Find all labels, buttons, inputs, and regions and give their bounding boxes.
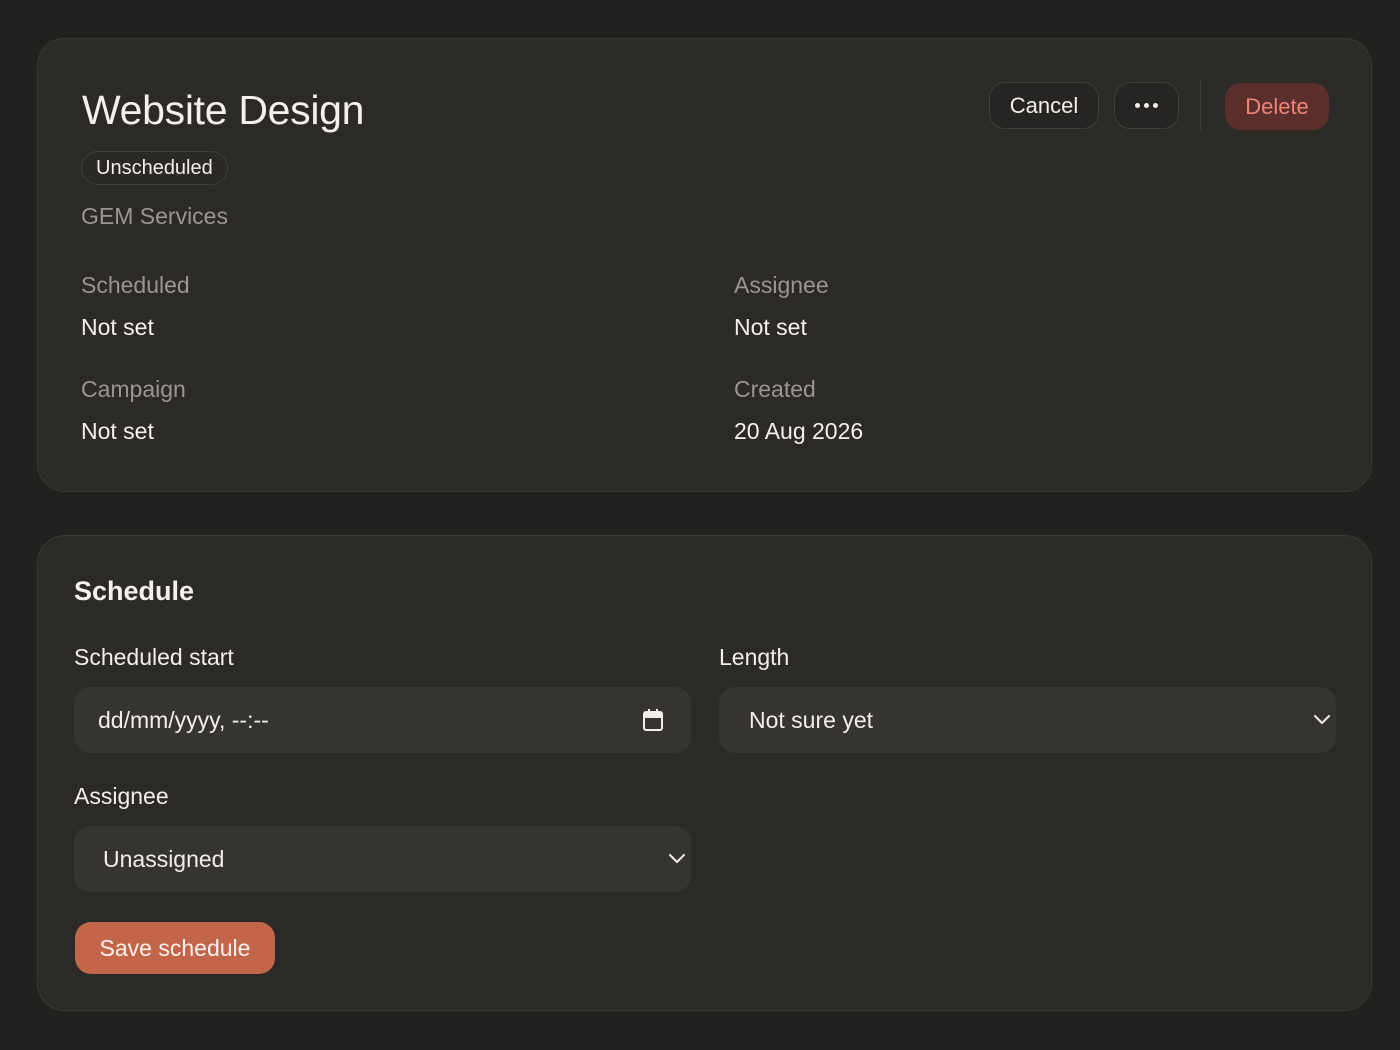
task-title: Website Design [82, 87, 365, 133]
assignee-select[interactable]: Unassigned [74, 826, 691, 892]
assignee-value: Not set [734, 314, 807, 340]
length-selected-value: Not sure yet [749, 707, 873, 733]
scheduled-start-input[interactable]: dd/mm/yyyy, --:-- [74, 687, 691, 753]
length-select[interactable]: Not sure yet [719, 687, 1336, 753]
status-badge: Unscheduled [81, 151, 228, 185]
scheduled-start-placeholder: dd/mm/yyyy, --:-- [98, 707, 269, 733]
assignee-select-label: Assignee [74, 783, 169, 809]
more-options-button[interactable] [1114, 82, 1179, 129]
created-label: Created [734, 376, 816, 402]
created-value: 20 Aug 2026 [734, 418, 864, 444]
campaign-value: Not set [81, 418, 154, 444]
cancel-button[interactable]: Cancel [989, 82, 1099, 129]
task-details-card: Website Design Unscheduled GEM Services … [37, 38, 1372, 492]
chevron-down-icon [1314, 687, 1330, 753]
calendar-icon[interactable] [643, 687, 663, 753]
length-label: Length [719, 644, 790, 670]
save-schedule-button[interactable]: Save schedule [75, 922, 275, 974]
client-name: GEM Services [81, 203, 228, 229]
scheduled-value: Not set [81, 314, 154, 340]
chevron-down-icon [669, 826, 685, 892]
scheduled-start-label: Scheduled start [74, 644, 234, 670]
delete-button[interactable]: Delete [1225, 83, 1329, 130]
assignee-selected-value: Unassigned [103, 846, 225, 872]
schedule-section-title: Schedule [74, 576, 195, 606]
schedule-card: Schedule Scheduled start dd/mm/yyyy, --:… [37, 535, 1372, 1011]
assignee-label: Assignee [734, 272, 829, 298]
ellipsis-icon [1115, 83, 1178, 128]
toolbar-divider [1200, 81, 1201, 131]
campaign-label: Campaign [81, 376, 186, 402]
scheduled-label: Scheduled [81, 272, 190, 298]
